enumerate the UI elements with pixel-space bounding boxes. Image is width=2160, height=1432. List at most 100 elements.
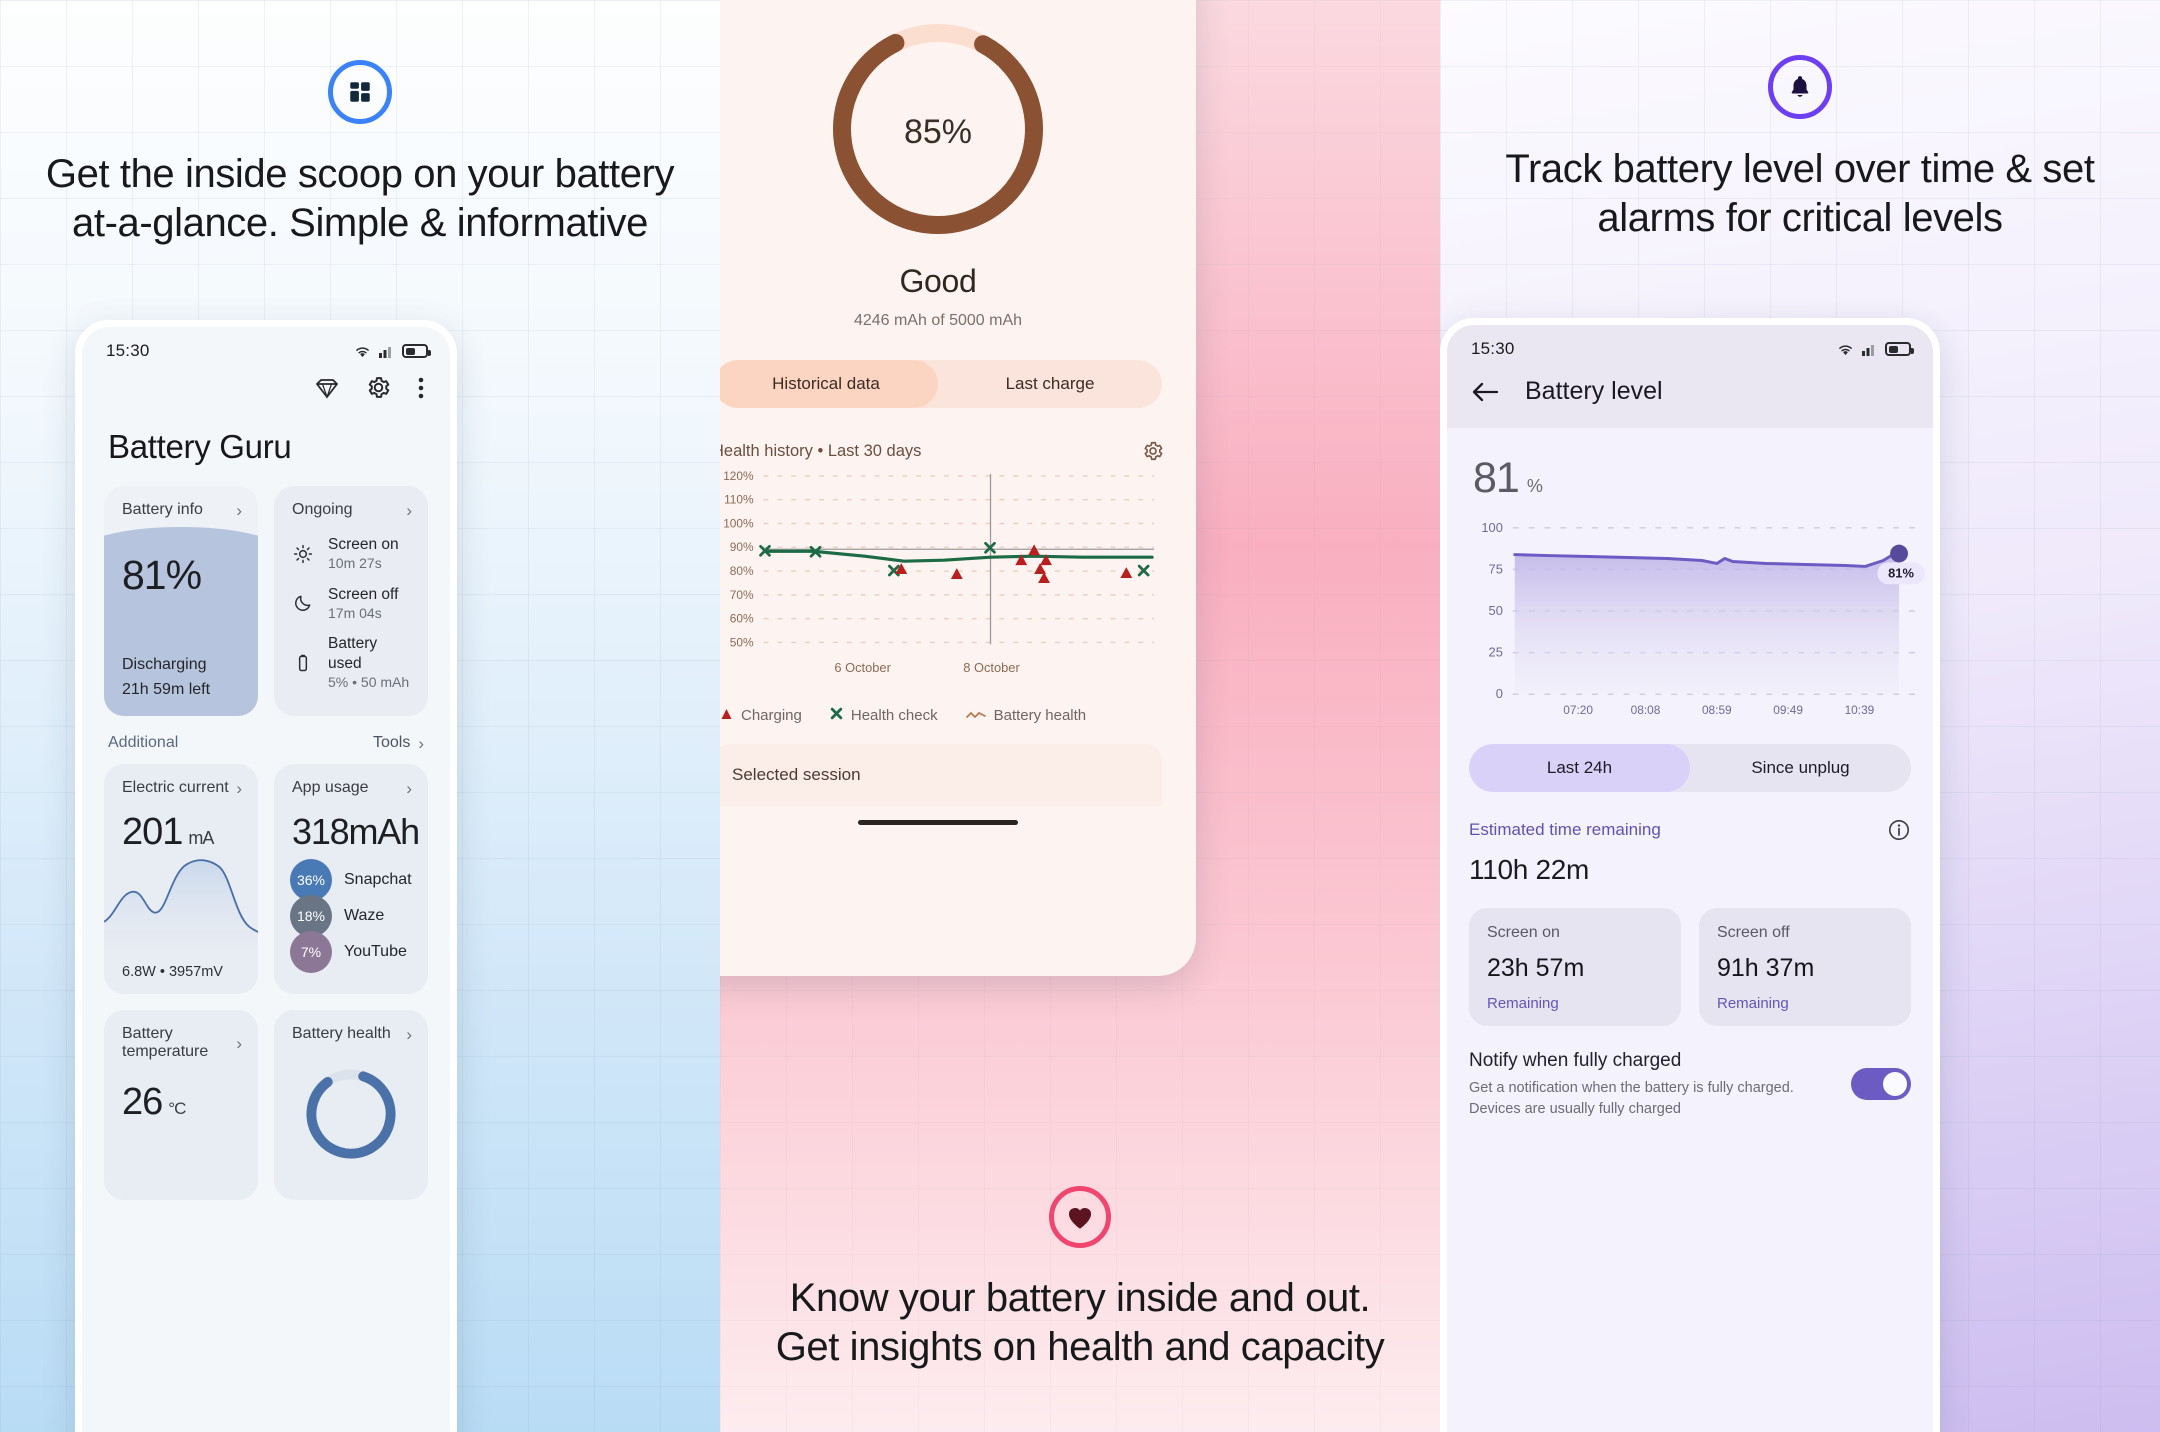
premium-diamond-icon[interactable] [315,377,339,399]
card-battery-temperature-title: Battery temperature [122,1025,209,1060]
ongoing-row-sub: 17m 04s [328,604,382,621]
status-clock: 15:30 [106,341,150,360]
card-battery-info[interactable]: Battery info › 81% Discharging 21h 59m l… [104,486,258,716]
app-usage-name: YouTube [344,943,407,960]
estimated-time-value: 110h 22m [1469,854,1590,885]
card-screen-on-sub: Remaining [1487,995,1559,1012]
legend-label-charging: Charging [741,707,802,724]
xtick-3: 09:49 [1773,703,1803,717]
battery-temperature-value-row: 26 °C [104,1071,258,1124]
card-app-usage-header: App usage › [274,764,428,807]
bottom-drag-handle[interactable] [858,820,1018,825]
xtick-1: 08:08 [1631,703,1661,717]
phone-left: 15:30 Battery Guru Battery info › 81% Di… [75,320,457,1432]
screen-time-cards: Screen on 23h 57m Remaining Screen off 9… [1469,908,1911,1026]
chart-y-axis-labels: 120% 110% 100% 90% 80% 70% 60% 50% [723,469,754,650]
phone-right: 15:30 Battery level 81 % 100 75 50 25 0 … [1440,318,1940,1432]
tab-last-24h[interactable]: Last 24h [1469,744,1690,792]
chart-y-axis-labels: 100 75 50 25 0 [1481,520,1502,701]
status-icons [353,344,431,359]
battery-level-value-row: 81% [1469,428,1911,503]
svg-text:110%: 110% [724,493,754,507]
card-battery-temperature[interactable]: Battery temperature › 26 °C [104,1010,258,1200]
tab-last-charge[interactable]: Last charge [938,360,1162,408]
legend-marker-triangle [720,707,733,724]
ongoing-row: Battery used 5% • 50 mAh [274,628,428,697]
panel-right: Track battery level over time & set alar… [1440,0,2160,1432]
ytick-100: 100 [1481,520,1502,535]
section-label-additional: Additional [108,734,179,751]
phone-middle: Health 85% Good 4246 mAh of 5000 mAh His… [720,0,1196,976]
battery-level-unit: % [1526,476,1543,496]
section-additional-tools: Additional Tools › [82,716,450,764]
battery-percent-value: 81% [122,552,202,598]
svg-text:70%: 70% [730,588,754,602]
battery-time-left: 21h 59m left [122,681,211,698]
page-title: Battery Guru [108,428,292,465]
card-battery-health-header: Battery health › [274,1010,428,1053]
settings-gear-icon[interactable] [366,375,391,400]
chart-settings-gear-icon[interactable] [1142,440,1164,462]
ongoing-row: Screen off 17m 04s [274,579,428,629]
app-usage-list: 36% Snapchat 18% Waze 7% YouTube [274,857,428,973]
chart-title: Health history • Last 30 days [720,441,922,460]
ytick-75: 75 [1489,561,1503,576]
chart-xtick-0: 6 October [834,660,891,675]
legend-label-health-check: Health check [850,707,938,724]
card-screen-on[interactable]: Screen on 23h 57m Remaining [1469,908,1681,1026]
app-usage-percent-bubble: 7% [290,931,332,973]
card-ongoing[interactable]: Ongoing › Screen on 10m 27s Screen off 1… [274,486,428,716]
overflow-menu-icon[interactable] [418,376,424,400]
xtick-4: 10:39 [1845,703,1875,717]
health-history-chart: 120%110%100% 90%80%70% 60%50% 6 October … [723,469,1155,675]
moon-icon [292,592,314,614]
ongoing-row-title: Screen off [328,585,399,603]
notify-title: Notify when fully charged [1469,1050,1682,1071]
list-item: 7% YouTube [290,931,428,973]
tab-since-unplug[interactable]: Since unplug [1690,744,1911,792]
battery-state-label: Discharging [122,656,207,673]
ongoing-row-title: Screen on [328,536,399,553]
estimated-time-label: Estimated time remaining [1469,820,1661,839]
status-clock: 15:30 [1471,339,1515,358]
screenshot-root: Get the inside scoop on your battery at-… [0,0,2160,1432]
electric-current-sparkline [104,859,258,954]
signal-icon [379,347,391,358]
card-electric-current-title: Electric current [122,779,229,796]
legend-item-battery-health: Battery health [965,707,1086,724]
tab-historical-data[interactable]: Historical data [720,360,938,408]
health-ring-wrap: 85% [720,9,1172,249]
card-electric-current[interactable]: Electric current › 201 mA 6.8W • 3957mV [104,764,258,994]
ytick-50: 50 [1489,603,1503,618]
health-screen: Health 85% Good 4246 mAh of 5000 mAh His… [720,0,1196,825]
notify-toggle[interactable] [1851,1068,1911,1100]
chevron-right-icon: › [418,733,424,753]
battery-level-screen: 81% 100 75 50 25 0 81% 07:20 08:08 08:59… [1447,428,1933,1120]
card-battery-health[interactable]: Battery health › [274,1010,428,1200]
health-capacity-label: 4246 mAh of 5000 mAh [853,312,1023,329]
card-screen-off[interactable]: Screen off 91h 37m Remaining [1699,908,1911,1026]
ytick-0: 0 [1496,686,1503,701]
chart-x-axis-labels: 6 October 8 October [834,660,1020,675]
arrow-back-icon[interactable] [1471,381,1499,403]
card-screen-on-title: Screen on [1487,924,1560,941]
info-icon[interactable] [1887,818,1911,842]
card-battery-temperature-header: Battery temperature › [104,1010,258,1071]
battery-temperature-unit: °C [168,1099,186,1118]
card-app-usage[interactable]: App usage › 318mAh 36% Snapchat 18% Waze [274,764,428,994]
tools-link[interactable]: Tools › [373,734,424,752]
battery-level-area [1514,553,1900,695]
promo-left: Get the inside scoop on your battery at-… [0,60,720,248]
chart-xtick-1: 8 October [963,660,1020,675]
app-usage-name: Snapchat [344,871,412,888]
card-screen-off-sub: Remaining [1717,995,1789,1012]
ongoing-row-texts: Battery used 5% • 50 mAh [328,634,414,691]
xtick-0: 07:20 [1563,703,1593,717]
health-ring-percent: 85% [904,113,972,151]
xtick-2: 08:59 [1702,703,1732,717]
panel-left: Get the inside scoop on your battery at-… [0,0,720,1432]
svg-text:100%: 100% [723,516,754,530]
notify-texts: Notify when fully charged Get a notifica… [1469,1050,1835,1120]
selected-session-panel[interactable]: Selected session [720,744,1162,806]
app-usage-total: 318mAh [292,811,420,852]
